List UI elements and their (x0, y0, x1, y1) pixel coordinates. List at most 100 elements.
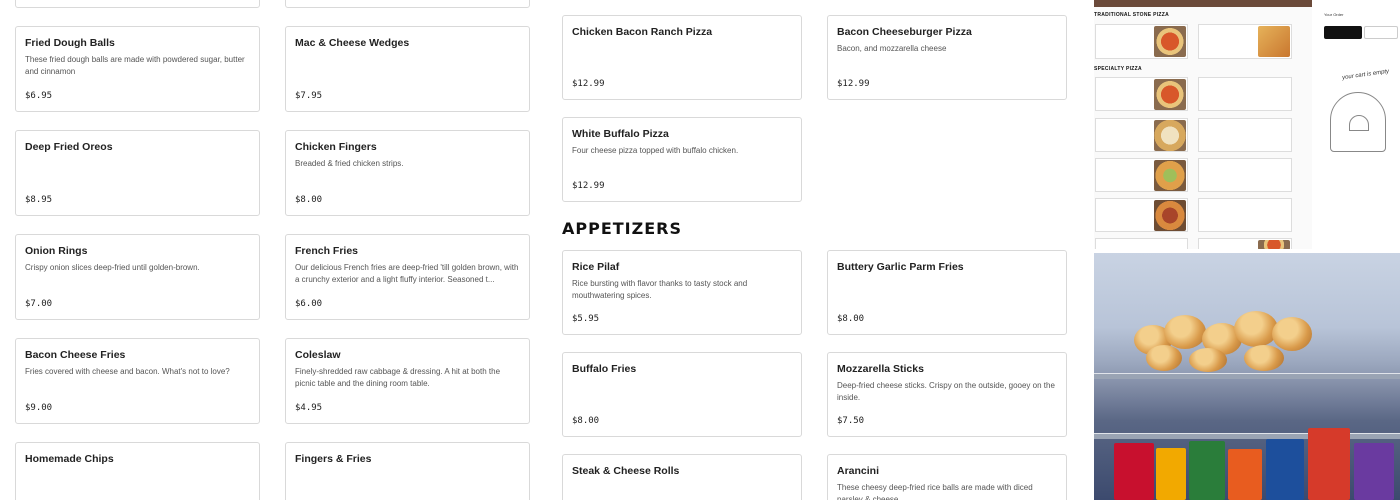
menu-item-card[interactable]: Arancini These cheesy deep-fried rice ba… (827, 454, 1067, 500)
item-price: $12.99 (572, 181, 605, 191)
section-title-appetizers: APPETIZERS (562, 219, 683, 238)
item-name: Bacon Cheeseburger Pizza (837, 26, 972, 38)
pizza-thumbnail (1154, 26, 1186, 57)
item-name: Arancini (837, 465, 880, 477)
item-description: Four cheese pizza topped with buffalo ch… (572, 146, 739, 155)
snack-package (1114, 443, 1154, 500)
pickup-toggle (1364, 26, 1398, 39)
preview-card (1095, 198, 1188, 232)
item-description: Breaded & fried chicken strips. (295, 159, 404, 168)
item-description: These fried dough balls are made with po… (25, 55, 245, 76)
item-description: Bacon, and mozzarella cheese (837, 44, 947, 53)
menu-item-card[interactable]: Deep Fried Oreos $8.95 (15, 130, 260, 216)
pizza-thumbnail (1154, 120, 1186, 151)
menu-item-card[interactable]: Onion Rings Crispy onion slices deep-fri… (15, 234, 260, 320)
preview-card (1198, 198, 1292, 232)
menu-item-card[interactable]: Steak & Cheese Rolls (562, 454, 802, 500)
item-description: Rice bursting with flavor thanks to tast… (572, 279, 748, 300)
snack-package (1156, 448, 1186, 500)
menu-item-card[interactable]: White Buffalo Pizza Four cheese pizza to… (562, 117, 802, 202)
item-name: French Fries (295, 245, 359, 257)
bread-pack (1146, 345, 1182, 371)
bread-pack (1272, 317, 1312, 351)
item-name: Rice Pilaf (572, 261, 620, 273)
menu-item-card[interactable]: French Fries Our delicious French fries … (285, 234, 530, 320)
item-price: $4.95 (295, 403, 323, 413)
item-name: Mac & Cheese Wedges (295, 37, 410, 49)
bread-pack (1234, 311, 1278, 347)
item-description: Crispy onion slices deep-fried until gol… (25, 263, 200, 272)
snack-package (1308, 428, 1350, 500)
banner-strip (1094, 0, 1312, 7)
menu-item-card[interactable]: Fried Dough Balls These fried dough ball… (15, 26, 260, 112)
delivery-toggle (1324, 26, 1362, 39)
item-name: Buttery Garlic Parm Fries (837, 261, 964, 273)
item-description: Fries covered with cheese and bacon. Wha… (25, 367, 230, 376)
snack-package (1266, 439, 1304, 500)
preview-card (1198, 158, 1292, 192)
item-price: $6.95 (25, 91, 53, 101)
store-shelf-photo (1094, 253, 1400, 500)
item-name: Fried Dough Balls (25, 37, 115, 49)
preview-card (1198, 24, 1292, 59)
item-price: $8.00 (837, 314, 865, 324)
menu-preview-image: TRADITIONAL STONE PIZZA SPECIALTY PIZZA … (1094, 0, 1400, 249)
item-price: $9.00 (25, 403, 53, 413)
bread-pack (1189, 348, 1227, 372)
item-name: Fingers & Fries (295, 453, 372, 465)
item-price: $7.95 (295, 91, 323, 101)
snack-package (1189, 441, 1225, 500)
preview-card (1198, 238, 1292, 249)
item-description: Finely-shredded raw cabbage & dressing. … (295, 367, 501, 388)
pizza-thumbnail (1154, 200, 1186, 231)
preview-heading-specialty: SPECIALTY PIZZA (1094, 66, 1142, 72)
item-price: $8.00 (295, 195, 323, 205)
preview-heading-traditional: TRADITIONAL STONE PIZZA (1094, 12, 1170, 18)
menu-item-card[interactable]: Bacon Cheeseburger Pizza Bacon, and mozz… (827, 15, 1067, 100)
menu-item-card[interactable]: Homemade Chips (15, 442, 260, 500)
preview-card (1095, 118, 1188, 152)
pizza-oven-illustration (1330, 92, 1386, 152)
snack-package (1354, 443, 1394, 500)
preview-card (1095, 24, 1188, 59)
bread-pack (1244, 345, 1284, 371)
oven-door (1349, 115, 1369, 131)
preview-card (1198, 118, 1292, 152)
pizza-thumbnail (1258, 240, 1290, 249)
menu-item-card[interactable]: Buttery Garlic Parm Fries $8.00 (827, 250, 1067, 335)
order-heading: Your Order (1324, 12, 1344, 17)
item-name: Coleslaw (295, 349, 341, 361)
pizza-thumbnail (1258, 26, 1290, 57)
item-name: Onion Rings (25, 245, 88, 257)
menu-item-card[interactable]: Coleslaw Finely-shredded raw cabbage & d… (285, 338, 530, 424)
item-description: These cheesy deep-fried rice balls are m… (837, 483, 1033, 500)
menu-item-card[interactable]: Chicken Bacon Ranch Pizza $12.99 (562, 15, 802, 100)
menu-item-card[interactable] (285, 0, 530, 8)
item-name: Homemade Chips (25, 453, 114, 465)
shelf-edge (1094, 373, 1400, 379)
item-price: $8.95 (25, 195, 53, 205)
item-price: $6.00 (295, 299, 323, 309)
shelf-edge (1094, 433, 1400, 439)
item-description: Our delicious French fries are deep-frie… (295, 263, 519, 284)
item-price: $5.95 (572, 314, 600, 324)
menu-item-card[interactable]: Chicken Fingers Breaded & fried chicken … (285, 130, 530, 216)
item-name: White Buffalo Pizza (572, 128, 669, 140)
item-name: Chicken Bacon Ranch Pizza (572, 26, 713, 38)
menu-item-card[interactable]: Mac & Cheese Wedges $7.95 (285, 26, 530, 112)
menu-item-card[interactable]: Fingers & Fries (285, 442, 530, 500)
menu-preview-grid: TRADITIONAL STONE PIZZA SPECIALTY PIZZA (1094, 0, 1312, 249)
item-price: $12.99 (837, 79, 870, 89)
menu-item-card[interactable]: Rice Pilaf Rice bursting with flavor tha… (562, 250, 802, 335)
menu-item-card[interactable] (15, 0, 260, 8)
item-price: $8.00 (572, 416, 600, 426)
menu-item-card[interactable]: Bacon Cheese Fries Fries covered with ch… (15, 338, 260, 424)
menu-item-card[interactable]: Buffalo Fries $8.00 (562, 352, 802, 437)
item-name: Steak & Cheese Rolls (572, 465, 680, 477)
pizza-thumbnail (1154, 79, 1186, 110)
item-price: $7.50 (837, 416, 865, 426)
preview-card (1095, 158, 1188, 192)
menu-item-card[interactable]: Mozzarella Sticks Deep-fried cheese stic… (827, 352, 1067, 437)
order-panel-preview: Your Order your cart is empty (1312, 0, 1400, 249)
preview-card (1198, 77, 1292, 111)
